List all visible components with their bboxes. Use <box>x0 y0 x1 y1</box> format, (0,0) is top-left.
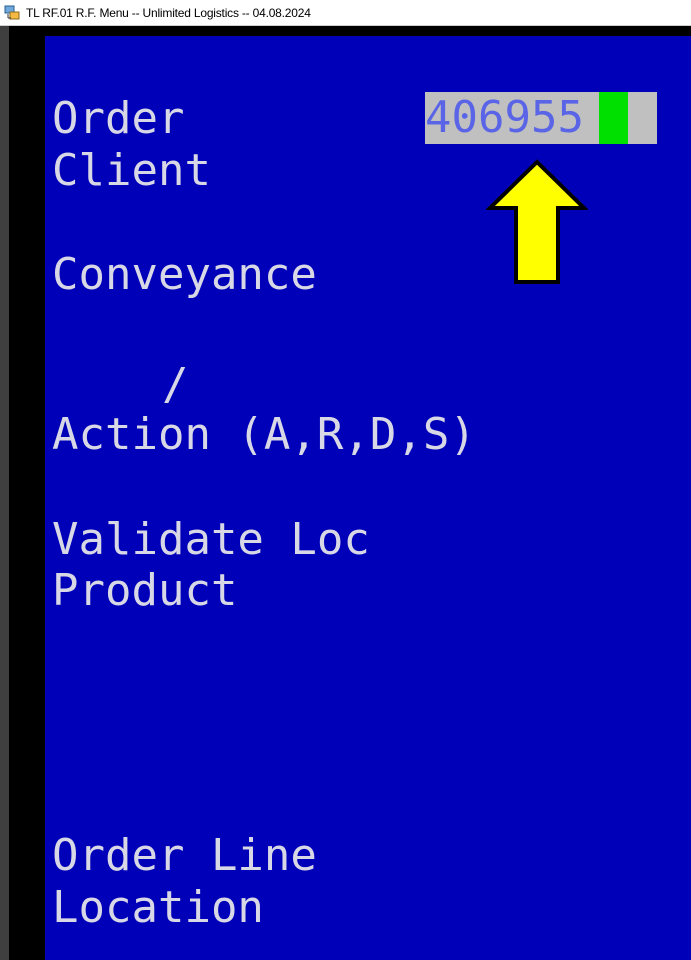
order-label: Order <box>52 93 185 144</box>
up-arrow-icon <box>486 159 588 284</box>
order-line-label: Order Line <box>52 830 317 881</box>
action-label: Action (A,R,D,S) <box>52 409 476 460</box>
left-window-frame <box>0 26 9 960</box>
window-titlebar: TL RF.01 R.F. Menu -- Unlimited Logistic… <box>0 0 691 26</box>
validate-loc-label: Validate Loc <box>52 514 370 565</box>
conveyance-separator: / <box>162 359 189 410</box>
terminal-top-border <box>9 26 691 36</box>
conveyance-label: Conveyance <box>52 249 317 300</box>
window-title: TL RF.01 R.F. Menu -- Unlimited Logistic… <box>26 5 311 20</box>
terminal-app-icon[interactable] <box>4 5 20 21</box>
client-label: Client <box>52 145 211 196</box>
location-label: Location <box>52 882 264 933</box>
product-label: Product <box>52 565 238 616</box>
text-cursor <box>599 92 628 144</box>
order-input-value[interactable]: 406955 <box>425 92 584 144</box>
